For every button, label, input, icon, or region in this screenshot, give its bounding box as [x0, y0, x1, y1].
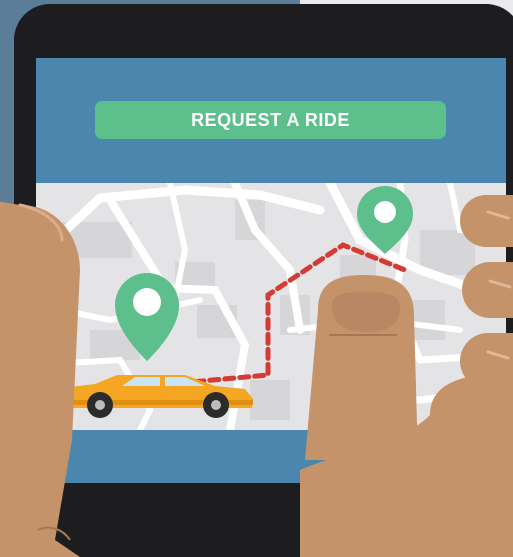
- ride-hailing-illustration: REQUEST A RIDE: [0, 0, 513, 557]
- pointing-finger: [305, 275, 418, 460]
- illustration-canvas: [0, 0, 513, 557]
- request-ride-button[interactable]: REQUEST A RIDE: [95, 101, 446, 139]
